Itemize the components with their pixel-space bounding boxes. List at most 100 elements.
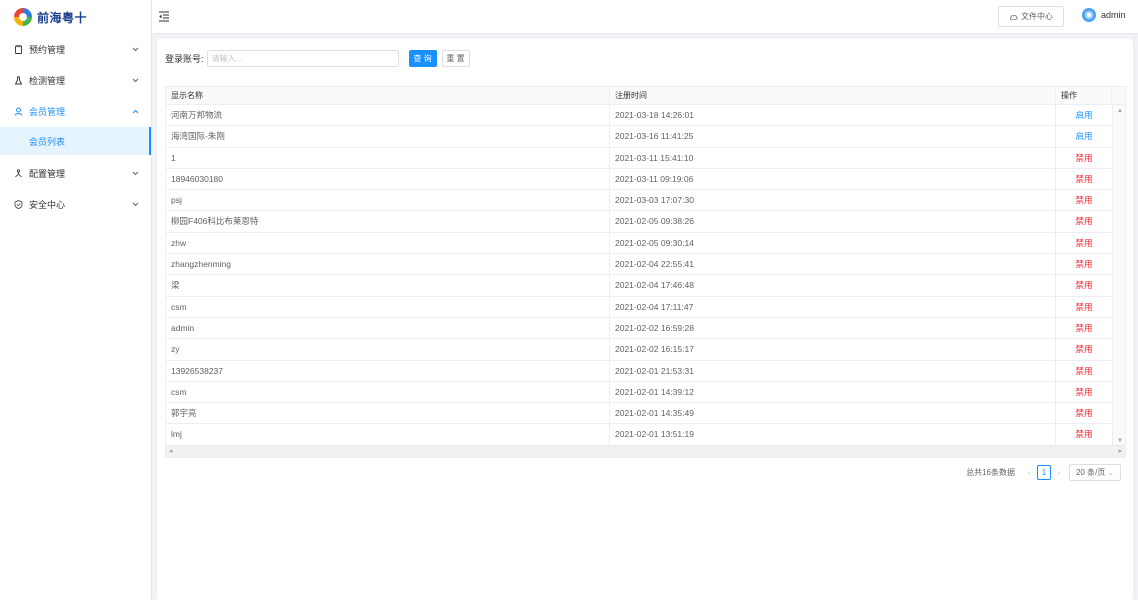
table-row: zy 2021-02-02 16:15:17 禁用 [166,339,1112,361]
chevron-down-icon [131,47,139,52]
table-row: 梁 2021-02-04 17:46:48 禁用 [166,275,1112,297]
cell-register-time: 2021-03-03 17:07:30 [610,190,1056,211]
cell-action: 禁用 [1056,275,1112,295]
prev-page-icon[interactable]: ‹ [1023,468,1035,477]
table-header: 显示名称 注册时间 操作 [166,87,1125,105]
user-menu[interactable]: admin [1082,8,1126,22]
cell-action: 禁用 [1056,233,1112,253]
cell-action: 禁用 [1056,403,1112,423]
sidebar-subitem-member-list[interactable]: 会员列表 [0,127,151,155]
disable-link[interactable]: 禁用 [1075,280,1092,290]
table-row: csm 2021-02-01 14:39:12 禁用 [166,381,1112,404]
cell-register-time: 2021-03-16 11:41:25 [610,126,1056,147]
cell-display-name: lmj [166,424,610,445]
scroll-down-icon[interactable]: ▼ [1117,438,1123,444]
disable-link[interactable]: 禁用 [1075,238,1092,248]
sidebar-item-reservation[interactable]: 预约管理 [0,34,151,65]
table-row: 柳园F406科比布莱恩特 2021-02-05 09:38:26 禁用 [166,211,1112,233]
cell-register-time: 2021-02-01 14:35:49 [610,403,1056,424]
cell-action: 禁用 [1056,190,1112,210]
cell-display-name: zhw [166,232,610,254]
table-row: 海湾国际-朱刚 2021-03-16 11:41:25 启用 [166,126,1112,148]
table-row: lmj 2021-02-01 13:51:19 禁用 [166,424,1112,446]
enable-link[interactable]: 启用 [1075,110,1092,120]
cell-action: 禁用 [1056,339,1112,359]
disable-link[interactable]: 禁用 [1075,302,1092,312]
cell-action: 禁用 [1056,254,1112,274]
disable-link[interactable]: 禁用 [1075,174,1092,184]
sidebar-item-label: 配置管理 [29,169,66,179]
cell-action: 禁用 [1056,318,1112,338]
cell-display-name: admin [166,317,610,339]
shield-icon [14,200,23,209]
cell-display-name: 1 [166,147,610,168]
cell-action: 启用 [1056,126,1112,146]
table-row: admin 2021-02-02 16:59:28 禁用 [166,317,1112,340]
disable-link[interactable]: 禁用 [1075,323,1092,333]
scroll-left-icon[interactable]: ◂ [169,447,173,455]
logo[interactable]: 前海粤十 [0,0,151,34]
cell-display-name: csm [166,296,610,317]
query-button[interactable]: 查 询 [408,50,437,67]
cell-display-name: csm [166,381,610,403]
disable-link[interactable]: 禁用 [1075,408,1092,418]
table-row: 18946030180 2021-03-11 09:19:06 禁用 [166,168,1112,191]
cell-action: 禁用 [1056,382,1112,402]
cell-display-name: 梁 [166,275,610,296]
next-page-icon[interactable]: › [1053,468,1065,477]
horizontal-scrollbar[interactable]: ◂ ▸ [166,445,1125,457]
reset-button[interactable]: 重 置 [441,50,470,67]
cell-display-name: 河南万邦物流 [166,105,610,126]
sidebar-item-members[interactable]: 会员管理 [0,96,151,127]
login-account-input[interactable] [206,50,399,67]
column-header-action: 操作 [1056,87,1112,105]
sidebar-item-config[interactable]: 配置管理 [0,158,151,189]
chevron-down-icon [131,202,139,207]
disable-link[interactable]: 禁用 [1075,216,1092,226]
disable-link[interactable]: 禁用 [1075,429,1092,439]
cell-display-name: 18946030180 [166,168,610,190]
cell-action: 禁用 [1056,211,1112,231]
scroll-right-icon[interactable]: ▸ [1118,447,1122,455]
enable-link[interactable]: 启用 [1075,131,1092,141]
sidebar-subitem-label: 会员列表 [29,136,66,147]
vertical-scrollbar[interactable]: ▲ ▼ [1112,105,1125,446]
cell-register-time: 2021-02-01 14:39:12 [610,381,1056,403]
disable-link[interactable]: 禁用 [1075,259,1092,269]
cell-register-time: 2021-02-02 16:15:17 [610,339,1056,360]
avatar [1082,8,1096,22]
chevron-down-icon: ⌄ [1107,468,1115,477]
cell-action: 禁用 [1056,361,1112,381]
disable-link[interactable]: 禁用 [1075,344,1092,354]
disable-link[interactable]: 禁用 [1075,195,1092,205]
table-row: 1 2021-03-11 15:41:10 禁用 [166,147,1112,169]
sidebar-item-security[interactable]: 安全中心 [0,189,151,220]
disable-link[interactable]: 禁用 [1075,387,1092,397]
scrollbar-gutter [1112,87,1125,105]
cell-register-time: 2021-03-11 09:19:06 [610,168,1056,190]
chevron-up-icon [131,109,139,114]
table-row: 河南万邦物流 2021-03-18 14:26:01 启用 [166,105,1112,127]
cell-display-name: 郭宇亮 [166,403,610,424]
disable-link[interactable]: 禁用 [1075,366,1092,376]
pagination-total: 总共16条数据 [966,468,1015,477]
menu-collapse-icon[interactable] [158,10,170,22]
column-header-time: 注册时间 [610,87,1056,105]
table-body: 河南万邦物流 2021-03-18 14:26:01 启用 海湾国际-朱刚 2021-0… [166,105,1112,446]
page-number-current[interactable]: 1 [1037,465,1051,480]
cell-register-time: 2021-03-11 15:41:10 [610,147,1056,168]
table-row: zhw 2021-02-05 09:30:14 禁用 [166,232,1112,255]
file-center-button[interactable]: 文件中心 [998,6,1064,27]
file-center-label: 文件中心 [1021,12,1053,21]
cell-register-time: 2021-02-01 21:53:31 [610,360,1056,381]
flask-icon [14,76,23,85]
sidebar-item-detection[interactable]: 检测管理 [0,65,151,96]
page-size-select[interactable]: 20 条/页 ⌄ [1069,464,1121,481]
disable-link[interactable]: 禁用 [1075,153,1092,163]
scroll-up-icon[interactable]: ▲ [1117,108,1123,114]
cloud-icon [1009,14,1018,20]
sidebar-item-label: 会员管理 [29,107,66,117]
main-panel: 登录账号: 查 询 重 置 显示名称 注册时间 操作 河南万邦物流2021-03… [157,39,1133,600]
cell-register-time: 2021-02-05 09:30:14 [610,232,1056,254]
table-row: 13926538237 2021-02-01 21:53:31 禁用 [166,360,1112,382]
